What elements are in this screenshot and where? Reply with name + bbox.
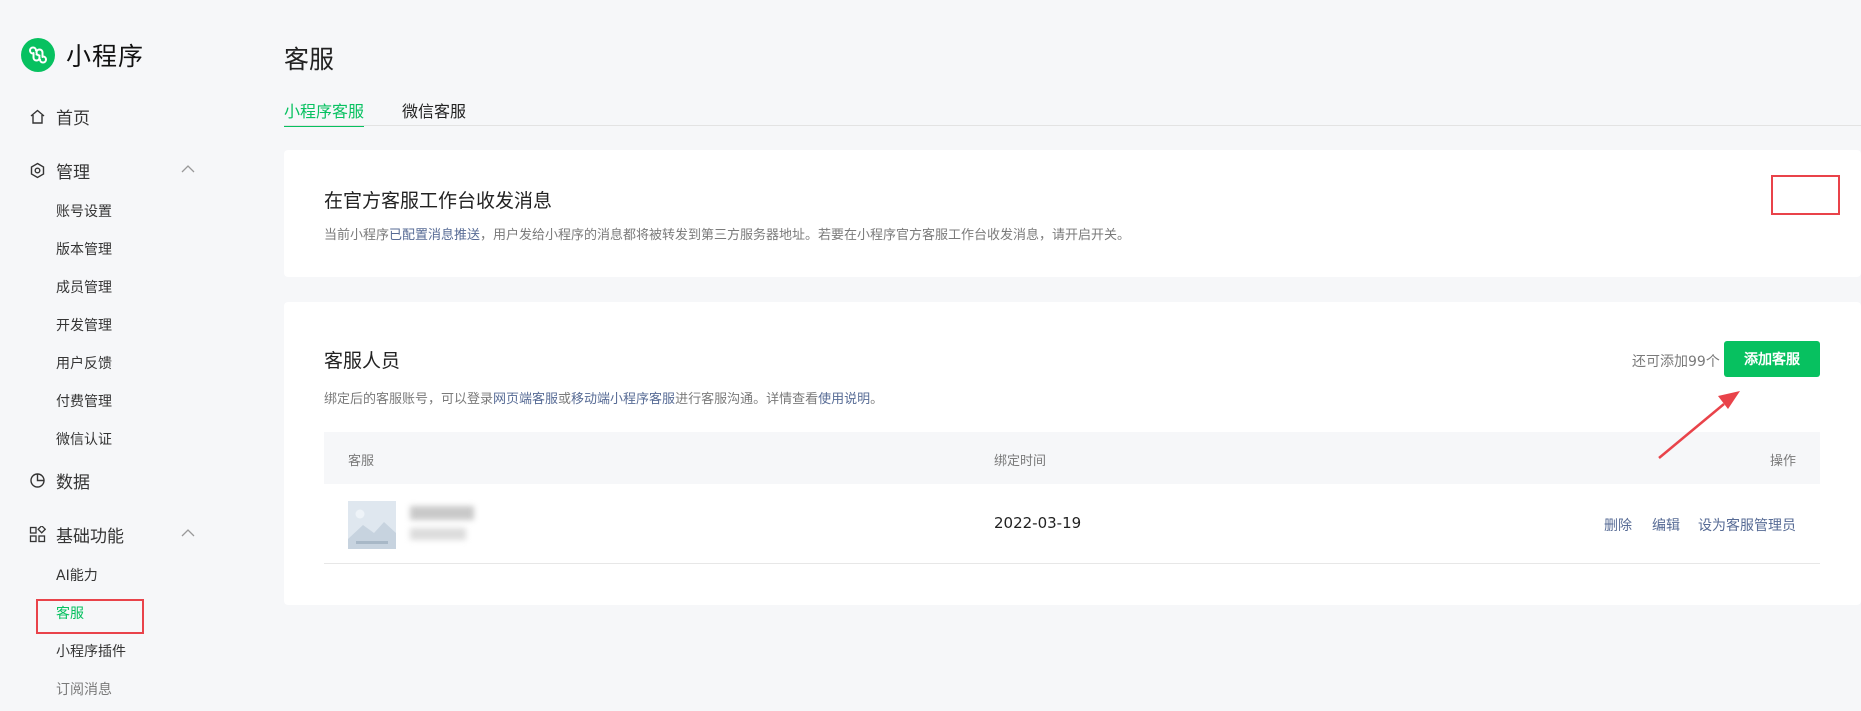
sidebar-item-basic-features[interactable]: 基础功能 [29, 522, 195, 547]
column-header-agent: 客服 [348, 454, 375, 469]
page-title: 客服 [284, 45, 335, 74]
desc-text: 。 [870, 392, 884, 407]
sidebar-subitem-account[interactable]: 账号设置 [56, 202, 112, 220]
sidebar-subitem-subscribe-message[interactable]: 订阅消息 [56, 680, 112, 698]
sidebar: 小程序 首页 管理 账号设置 版本管理 成员管理 开发管理 用户反馈 付费管理 … [0, 0, 215, 711]
pie-chart-icon [29, 472, 46, 489]
usage-guide-link[interactable]: 使用说明 [818, 392, 870, 407]
sidebar-item-label: 首页 [56, 108, 90, 129]
chevron-up-icon [181, 164, 195, 174]
column-header-bind-time: 绑定时间 [994, 454, 1047, 469]
sidebar-item-home[interactable]: 首页 [29, 104, 90, 129]
card-description: 绑定后的客服账号，可以登录网页端客服或移动端小程序客服进行客服沟通。详情查看使用… [324, 388, 883, 407]
card-description: 当前小程序已配置消息推送，用户发给小程序的消息都将被转发到第三方服务器地址。若要… [324, 224, 1130, 243]
sidebar-subitem-members[interactable]: 成员管理 [56, 278, 112, 296]
tab-miniprogram-service[interactable]: 小程序客服 [284, 98, 365, 127]
sidebar-item-label: 基础功能 [56, 526, 124, 547]
chevron-up-icon [181, 528, 195, 538]
highlight-box-customer-service [36, 599, 144, 634]
desc-text: 或 [558, 392, 572, 407]
desc-text: 进行客服沟通。详情查看 [675, 392, 819, 407]
sidebar-subitem-version[interactable]: 版本管理 [56, 240, 112, 258]
grid-apps-icon [29, 525, 46, 543]
card-title: 客服人员 [324, 350, 401, 372]
hexagon-settings-icon [29, 162, 46, 179]
table-row: 2022-03-19 删除 编辑 设为客服管理员 [324, 484, 1820, 564]
agent-id-redacted [410, 528, 466, 540]
set-admin-action[interactable]: 设为客服管理员 [1698, 515, 1796, 535]
desc-text: 绑定后的客服账号，可以登录 [324, 392, 494, 407]
web-service-link[interactable]: 网页端客服 [493, 392, 558, 407]
remaining-quota-text: 还可添加99个 [1632, 354, 1720, 370]
sidebar-subitem-development[interactable]: 开发管理 [56, 316, 112, 334]
sidebar-subitem-ai[interactable]: AI能力 [56, 566, 98, 584]
avatar [348, 501, 396, 549]
sidebar-item-manage[interactable]: 管理 [29, 158, 195, 183]
message-push-link[interactable]: 已配置消息推送 [389, 228, 480, 243]
sidebar-item-label: 管理 [56, 162, 90, 183]
sidebar-item-label: 数据 [56, 472, 90, 493]
home-icon [29, 108, 46, 125]
sidebar-subitem-plugins[interactable]: 小程序插件 [56, 642, 126, 660]
highlight-box-toggle [1771, 175, 1840, 215]
brand-name: 小程序 [66, 42, 145, 71]
sidebar-item-data[interactable]: 数据 [29, 468, 90, 493]
agent-name-redacted [410, 506, 474, 520]
add-service-button[interactable]: 添加客服 [1724, 341, 1820, 377]
desc-text: ，用户发给小程序的消息都将被转发到第三方服务器地址。若要在小程序官方客服工作台收… [480, 228, 1131, 243]
edit-action[interactable]: 编辑 [1652, 515, 1680, 535]
table-header: 客服 绑定时间 操作 [324, 432, 1820, 484]
tabs-divider [284, 125, 1861, 126]
delete-action[interactable]: 删除 [1604, 515, 1632, 535]
mobile-service-link[interactable]: 移动端小程序客服 [571, 392, 675, 407]
sidebar-subitem-wechat-verify[interactable]: 微信认证 [56, 430, 112, 448]
official-workbench-card: 在官方客服工作台收发消息 当前小程序已配置消息推送，用户发给小程序的消息都将被转… [284, 150, 1861, 353]
miniprogram-logo-icon [21, 38, 55, 72]
column-header-actions: 操作 [1769, 454, 1796, 469]
card-title: 在官方客服工作台收发消息 [324, 190, 553, 212]
sidebar-subitem-feedback[interactable]: 用户反馈 [56, 354, 112, 372]
bind-time-cell: 2022-03-19 [994, 514, 1082, 532]
tab-wechat-service[interactable]: 微信客服 [402, 98, 466, 127]
tab-bar: 小程序客服 微信客服 [284, 98, 504, 127]
image-placeholder-icon [348, 501, 396, 549]
sidebar-subitem-payment[interactable]: 付费管理 [56, 392, 112, 410]
brand[interactable]: 小程序 [21, 38, 144, 72]
desc-text: 当前小程序 [324, 228, 390, 243]
